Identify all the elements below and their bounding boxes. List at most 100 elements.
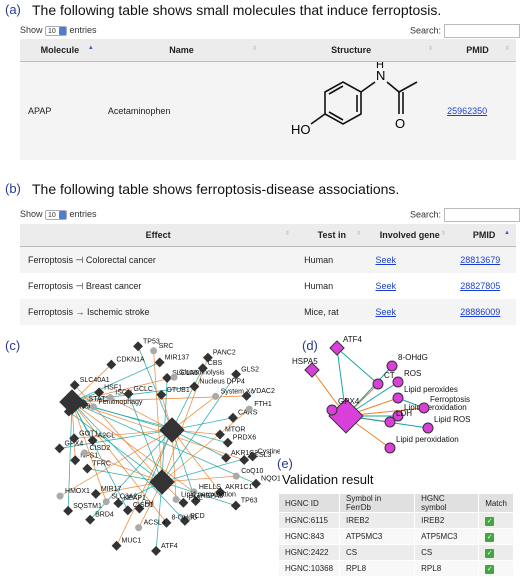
pmid-link[interactable]: 28813679 [460, 255, 500, 265]
sort-icon: ⇳ [504, 46, 510, 52]
seek-link[interactable]: Seek [375, 255, 396, 265]
network-node[interactable] [418, 402, 430, 414]
cell-name: Acetaminophen [99, 61, 264, 160]
network-node[interactable] [106, 394, 114, 402]
col-label: Involved gene [379, 230, 440, 240]
network-node[interactable] [384, 416, 396, 428]
network-node-label: HELLS [199, 484, 222, 491]
network-node[interactable] [150, 347, 158, 355]
select-arrow-icon [59, 210, 67, 219]
network-node-label: MIR17 [101, 486, 122, 493]
edges [311, 347, 429, 449]
network-node-label: Lipid peroxidation [181, 491, 236, 498]
sort-asc-icon: ▲ [504, 230, 510, 236]
network-node-label: BRD4 [95, 512, 114, 519]
network-graph-c[interactable]: ACSL3AKR1C2CoQ10NQO1AKR1C1TP63HELLSHSPA5… [30, 330, 280, 574]
network-node[interactable] [170, 373, 178, 381]
network-node[interactable] [230, 500, 241, 511]
network-node[interactable] [232, 472, 240, 480]
cell-test-in: Human [304, 281, 334, 291]
network-node[interactable] [386, 360, 398, 372]
network-node[interactable] [151, 545, 161, 556]
network-node[interactable] [384, 442, 396, 454]
network-node[interactable] [90, 488, 101, 499]
atom-ho: HO [291, 122, 311, 137]
network-node[interactable] [392, 392, 404, 404]
network-node-label: Lipid ROS [434, 415, 470, 424]
table-row: Ferroptosis → Ischemic stroke Mice, rat … [20, 299, 516, 325]
network-node[interactable] [162, 372, 173, 383]
pmid-link[interactable]: 28827805 [460, 281, 500, 291]
cell-match: ✓ [478, 512, 514, 529]
network-node[interactable] [221, 452, 231, 463]
network-node[interactable] [326, 404, 338, 416]
col-pmid[interactable]: PMID ⇳ [439, 39, 516, 62]
network-node[interactable] [122, 505, 133, 516]
sort-icon: ⇳ [252, 46, 258, 52]
network-node[interactable] [245, 405, 253, 413]
network-node[interactable] [372, 378, 384, 390]
network-node-label: GCLC [134, 386, 153, 393]
network-graph-d[interactable]: ATF4 HSPA5 8-OHdGCT ROS Lipid peroxides Lipid… [280, 336, 470, 460]
network-node-label: Lipid peroxidation [404, 403, 467, 412]
entries-label: entries [69, 25, 97, 35]
network-node-label: AKR1C1 [225, 484, 252, 491]
network-node-label: CT [384, 371, 395, 380]
seek-link[interactable]: Seek [375, 307, 396, 317]
network-node[interactable] [135, 524, 143, 532]
col-test-in[interactable]: Test in ⇳ [296, 224, 368, 247]
network-node-label: VDAC2 [252, 388, 275, 395]
network-node-label: TP63 [241, 498, 258, 505]
network-node[interactable] [228, 412, 238, 423]
network-node-label: LDH [396, 409, 412, 418]
check-icon: ✓ [485, 548, 495, 558]
network-node-label: GOT1 [79, 430, 98, 437]
network-node[interactable] [222, 437, 233, 448]
search-input[interactable] [443, 24, 520, 38]
atom-o: O [395, 116, 405, 131]
seek-link[interactable]: Seek [375, 281, 396, 291]
search-label: Search: [410, 209, 442, 220]
col-name[interactable]: Name ⇳ [99, 39, 264, 62]
cell-match: ✓ [478, 560, 514, 577]
network-node[interactable] [154, 357, 165, 368]
entries-select[interactable]: 10 [45, 209, 68, 220]
network-node[interactable] [212, 392, 220, 400]
network-node-label: CISD1 [133, 502, 154, 509]
pmid-link[interactable]: 25962350 [447, 106, 487, 116]
sort-icon: ⇳ [441, 231, 447, 237]
network-node[interactable] [82, 463, 93, 474]
col-involved-gene[interactable]: Involved gene ⇳ [367, 224, 453, 247]
search-input[interactable] [443, 208, 520, 222]
panel-b-length-control: Show 10 entries [20, 209, 97, 220]
col-pmid[interactable]: PMID ▲ [452, 224, 516, 247]
network-node[interactable] [89, 403, 97, 411]
network-node[interactable] [111, 540, 122, 551]
network-node[interactable] [63, 505, 74, 516]
network-node[interactable] [251, 478, 262, 489]
network-node[interactable] [54, 443, 65, 454]
entries-select[interactable]: 10 [45, 25, 68, 36]
sort-icon: ⇳ [285, 231, 291, 237]
network-node[interactable] [102, 498, 110, 506]
network-node[interactable] [70, 455, 81, 466]
col-effect[interactable]: Effect ⇳ [20, 224, 297, 247]
network-node-label: PRDX6 [233, 435, 256, 442]
network-node-label: MIR137 [165, 354, 190, 361]
panel-a-label: (a) [5, 2, 21, 17]
cell-test-in: Human [296, 246, 368, 273]
network-node[interactable] [133, 341, 143, 352]
network-node[interactable] [56, 492, 64, 500]
network-node[interactable] [392, 376, 404, 388]
col-structure[interactable]: Structure ⇳ [263, 39, 440, 62]
network-node[interactable] [422, 422, 434, 434]
network-node[interactable] [172, 495, 180, 503]
pmid-link[interactable]: 28886009 [460, 307, 500, 317]
network-node[interactable] [189, 381, 200, 392]
network-node[interactable] [81, 449, 89, 457]
network-node-label: CISD2 [90, 445, 111, 452]
network-node-label: Lipid peroxides [404, 385, 458, 394]
col-molecule[interactable]: Molecule ▲ [20, 39, 100, 62]
network-node-label: GPX4 [338, 397, 360, 406]
network-node-label: Cystine [258, 448, 280, 455]
